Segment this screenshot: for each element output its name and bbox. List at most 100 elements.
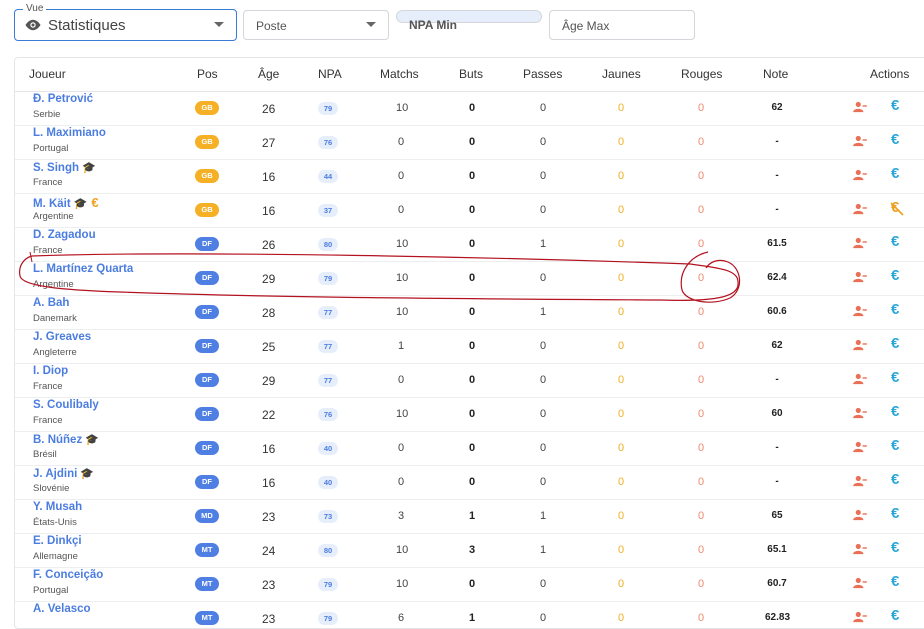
euro-struck-icon[interactable]: € <box>890 199 904 216</box>
age-max-input[interactable]: Âge Max <box>549 10 695 40</box>
player-name-link[interactable]: J. Greaves <box>33 331 91 343</box>
user-remove-icon[interactable] <box>853 441 867 453</box>
user-remove-icon[interactable] <box>853 407 867 419</box>
player-name[interactable]: B. Núñez <box>33 434 82 446</box>
col-age[interactable]: Âge <box>258 67 279 81</box>
graduation-cap-icon: 🎓 <box>73 198 88 210</box>
passes-cell: 0 <box>539 374 547 386</box>
players-table: Joueur Pos Âge NPA Matchs Buts Passes Ja… <box>14 57 924 629</box>
user-remove-icon[interactable] <box>853 339 867 351</box>
col-pos[interactable]: Pos <box>197 67 218 81</box>
player-name[interactable]: Y. Musah <box>33 501 82 513</box>
col-passes[interactable]: Passes <box>523 67 562 81</box>
user-remove-icon[interactable] <box>853 101 867 113</box>
col-joueur[interactable]: Joueur <box>29 67 66 81</box>
user-remove-icon[interactable] <box>853 543 867 555</box>
graduation-cap-icon: 🎓 <box>80 468 95 480</box>
player-name-link[interactable]: J. Ajdini 🎓 <box>33 467 94 480</box>
jaunes-cell: 0 <box>617 170 625 182</box>
npa-badge: 77 <box>318 306 338 319</box>
player-name-link[interactable]: E. Dinkçi <box>33 535 82 547</box>
table-header: Joueur Pos Âge NPA Matchs Buts Passes Ja… <box>15 58 924 92</box>
player-country: Allemagne <box>33 551 78 562</box>
user-remove-icon[interactable] <box>853 611 867 623</box>
euro-icon[interactable]: € <box>891 131 899 148</box>
player-name-link[interactable]: D. Zagadou <box>33 229 96 241</box>
player-name[interactable]: J. Greaves <box>33 331 91 343</box>
euro-icon[interactable]: € <box>891 471 899 488</box>
player-name-link[interactable]: Y. Musah <box>33 501 82 513</box>
user-remove-icon[interactable] <box>853 577 867 589</box>
player-name-link[interactable]: L. Martínez Quarta <box>33 263 133 275</box>
player-name-link[interactable]: M. Käit 🎓 € <box>33 195 99 210</box>
player-name-link[interactable]: S. Coulibaly <box>33 399 99 411</box>
player-name[interactable]: S. Coulibaly <box>33 399 99 411</box>
player-name[interactable]: D. Zagadou <box>33 229 96 241</box>
player-name[interactable]: M. Käit <box>33 198 71 210</box>
euro-icon[interactable]: € <box>891 403 899 420</box>
age-cell: 24 <box>262 544 276 558</box>
euro-icon[interactable]: € <box>891 233 899 250</box>
player-name-link[interactable]: I. Diop <box>33 365 68 377</box>
euro-icon[interactable]: € <box>891 607 899 624</box>
age-cell: 29 <box>262 272 276 286</box>
euro-icon[interactable]: € <box>891 369 899 386</box>
matchs-cell: 0 <box>397 170 405 182</box>
matchs-cell: 0 <box>397 136 405 148</box>
user-remove-icon[interactable] <box>853 203 867 215</box>
vue-select[interactable]: Vue Statistiques <box>14 3 237 41</box>
player-name[interactable]: S. Singh <box>33 162 79 174</box>
player-name[interactable]: L. Martínez Quarta <box>33 263 133 275</box>
note-cell: 65 <box>771 510 783 521</box>
euro-icon[interactable]: € <box>891 573 899 590</box>
poste-select[interactable]: Poste <box>243 10 389 40</box>
euro-icon[interactable]: € <box>891 505 899 522</box>
col-rouges[interactable]: Rouges <box>681 67 722 81</box>
player-name[interactable]: Đ. Petrović <box>33 93 93 105</box>
npa-badge: 76 <box>318 136 338 149</box>
user-remove-icon[interactable] <box>853 271 867 283</box>
player-name[interactable]: J. Ajdini <box>33 468 77 480</box>
euro-icon[interactable]: € <box>891 335 899 352</box>
col-note[interactable]: Note <box>763 67 788 81</box>
npa-min-input[interactable]: NPA Min <box>396 10 542 32</box>
rouges-cell: 0 <box>697 170 705 182</box>
player-name[interactable]: F. Conceição <box>33 569 103 581</box>
player-name-link[interactable]: A. Bah <box>33 297 69 309</box>
player-name-link[interactable]: F. Conceição <box>33 569 103 581</box>
col-buts[interactable]: Buts <box>459 67 483 81</box>
age-cell: 26 <box>262 102 276 116</box>
player-name-link[interactable]: A. Velasco <box>33 603 91 615</box>
player-country: Argentine <box>33 279 74 290</box>
col-matchs[interactable]: Matchs <box>380 67 419 81</box>
user-remove-icon[interactable] <box>853 305 867 317</box>
table-row: Y. Musah États-Unis MD 23 73 3 1 1 0 0 65 € <box>15 499 924 534</box>
player-name-link[interactable]: S. Singh 🎓 <box>33 161 96 174</box>
player-name-link[interactable]: Đ. Petrović <box>33 93 93 105</box>
euro-icon[interactable]: € <box>891 97 899 114</box>
euro-icon[interactable]: € <box>891 165 899 182</box>
position-badge: GB <box>195 169 219 183</box>
user-remove-icon[interactable] <box>853 373 867 385</box>
player-name[interactable]: I. Diop <box>33 365 68 377</box>
player-name[interactable]: A. Velasco <box>33 603 91 615</box>
player-name-link[interactable]: B. Núñez 🎓 <box>33 433 99 446</box>
col-jaunes[interactable]: Jaunes <box>602 67 641 81</box>
player-name-link[interactable]: L. Maximiano <box>33 127 106 139</box>
user-remove-icon[interactable] <box>853 509 867 521</box>
player-name[interactable]: A. Bah <box>33 297 69 309</box>
age-cell: 27 <box>262 136 276 150</box>
col-npa[interactable]: NPA <box>318 67 342 81</box>
euro-icon[interactable]: € <box>891 539 899 556</box>
user-remove-icon[interactable] <box>853 169 867 181</box>
player-name[interactable]: E. Dinkçi <box>33 535 82 547</box>
euro-icon[interactable]: € <box>891 437 899 454</box>
user-remove-icon[interactable] <box>853 475 867 487</box>
euro-icon[interactable]: € <box>891 301 899 318</box>
player-name[interactable]: L. Maximiano <box>33 127 106 139</box>
player-country: France <box>33 245 63 256</box>
matchs-cell: 10 <box>396 578 409 590</box>
user-remove-icon[interactable] <box>853 135 867 147</box>
user-remove-icon[interactable] <box>853 237 867 249</box>
euro-icon[interactable]: € <box>891 267 899 284</box>
